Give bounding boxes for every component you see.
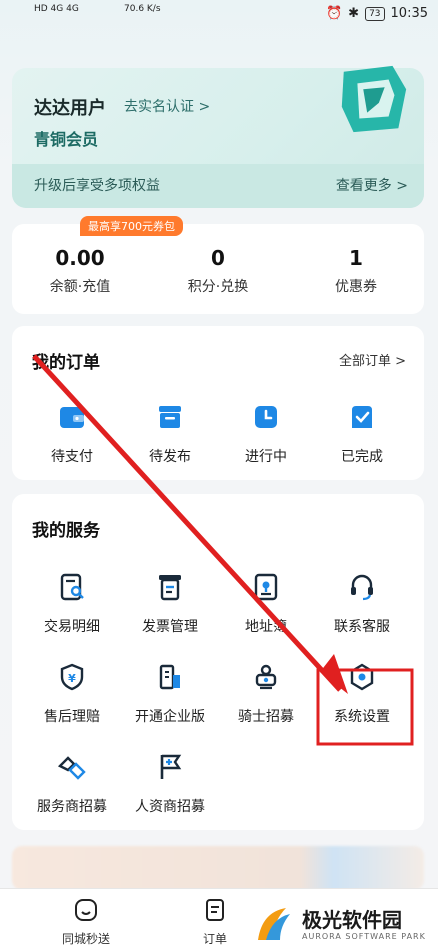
service-support[interactable]: 联系客服 [314, 572, 410, 636]
service-enterprise[interactable]: 开通企业版 [122, 662, 218, 726]
network-speed: 70.6 K/s [124, 4, 161, 14]
order-pending-publish-label: 待发布 [149, 449, 191, 465]
service-provider-recruit-label: 服务商招募 [37, 799, 107, 815]
member-card[interactable]: 达达用户 去实名认证 > 青铜会员 升级后享受多项权益 查看更多 > [12, 65, 424, 208]
verify-link[interactable]: 去实名认证 > [124, 96, 210, 116]
promo-banner[interactable] [12, 846, 424, 890]
order-pending-pay-label: 待支付 [51, 449, 93, 465]
services-card: 我的服务 交易明细 发票管理 地址簿 联系客服 ¥ 售后理赔 开通企业版 骑士招… [12, 494, 424, 830]
orders-title: 我的订单 [32, 353, 100, 373]
dada-logo-icon [341, 65, 407, 133]
service-transactions[interactable]: 交易明细 [24, 572, 120, 636]
coupon-value: 1 [349, 246, 363, 270]
service-hr-recruit[interactable]: 人资商招募 [122, 752, 218, 816]
watermark: 极光软件园 AURORA SOFTWARE PARK [242, 900, 432, 948]
watermark-subtitle: AURORA SOFTWARE PARK [302, 932, 426, 941]
network-indicator: HD 4G 4G [34, 4, 79, 14]
points-label: 积分·兑换 [187, 279, 249, 295]
wallet-icon [60, 407, 84, 428]
service-address-book[interactable]: 地址簿 [218, 572, 314, 636]
inbox-icon [159, 406, 181, 428]
balance-label: 余额·充值 [49, 279, 111, 295]
services-title: 我的服务 [32, 521, 100, 541]
clock-icon [255, 406, 277, 428]
tab-same-city-label: 同城秒送 [62, 932, 111, 946]
smile-icon [75, 899, 97, 921]
order-in-progress[interactable]: 进行中 [218, 402, 314, 466]
order-pending-pay[interactable]: 待支付 [24, 402, 120, 466]
order-pending-publish[interactable]: 待发布 [122, 402, 218, 466]
balance-item[interactable]: 0.00 余额·充值 [20, 246, 140, 296]
service-invoice[interactable]: 发票管理 [122, 572, 218, 636]
invoice-icon [159, 575, 181, 601]
service-rider-recruit-label: 骑士招募 [238, 709, 294, 725]
settings-icon [350, 663, 374, 691]
balance-value: 0.00 [55, 246, 105, 270]
coupon-item[interactable]: 1 优惠券 [296, 246, 416, 296]
service-transactions-label: 交易明细 [44, 619, 100, 635]
service-settings-label: 系统设置 [334, 709, 390, 725]
view-more-link[interactable]: 查看更多 > [336, 175, 408, 195]
service-support-label: 联系客服 [334, 619, 390, 635]
member-level: 青铜会员 [34, 130, 99, 149]
clock-time: 10:35 [390, 6, 428, 21]
order-in-progress-label: 进行中 [245, 449, 287, 465]
service-claims[interactable]: ¥ 售后理赔 [24, 662, 120, 726]
handshake-icon [57, 756, 86, 780]
address-book-icon [254, 573, 278, 601]
alarm-icon: ⏰ [325, 6, 343, 21]
tab-same-city[interactable]: 同城秒送 [62, 897, 110, 947]
building-icon [159, 664, 180, 690]
promo-badge: 最高享700元券包 [80, 216, 183, 236]
check-icon [352, 406, 372, 428]
user-name: 达达用户 [34, 98, 106, 119]
status-bar: HD 4G 4G 70.6 K/s ⏰ ✱ 73 10:35 [0, 0, 438, 30]
service-provider-recruit[interactable]: 服务商招募 [24, 752, 120, 816]
service-enterprise-label: 开通企业版 [135, 709, 205, 725]
aurora-logo-icon [258, 908, 290, 940]
service-hr-recruit-label: 人资商招募 [135, 799, 205, 815]
order-completed-label: 已完成 [341, 449, 383, 465]
bluetooth-icon: ✱ [348, 6, 360, 21]
points-value: 0 [211, 246, 225, 270]
flag-icon [160, 754, 182, 779]
points-item[interactable]: 0 积分·兑换 [158, 246, 278, 296]
watermark-title: 极光软件园 [302, 908, 402, 932]
service-settings[interactable]: 系统设置 [314, 662, 410, 726]
all-orders-link[interactable]: 全部订单 > [339, 350, 406, 369]
tab-orders-label: 订单 [202, 932, 227, 946]
upgrade-tip: 升级后享受多项权益 [34, 178, 160, 194]
service-address-book-label: 地址簿 [245, 619, 287, 635]
coupon-label: 优惠券 [335, 279, 377, 295]
shield-yen-icon: ¥ [60, 663, 84, 691]
assets-card: 最高享700元券包 0.00 余额·充值 0 积分·兑换 1 优惠券 [12, 216, 424, 314]
headset-icon [351, 574, 373, 601]
receipt-search-icon [60, 573, 84, 601]
svg-text:¥: ¥ [68, 672, 76, 685]
battery-icon: 73 [365, 6, 385, 21]
rider-icon [255, 664, 277, 690]
service-invoice-label: 发票管理 [142, 619, 198, 635]
service-rider-recruit[interactable]: 骑士招募 [218, 662, 314, 726]
tab-orders[interactable]: 订单 [202, 897, 228, 947]
order-icon [206, 899, 224, 921]
order-completed[interactable]: 已完成 [314, 402, 410, 466]
service-claims-label: 售后理赔 [44, 709, 100, 725]
orders-card: 我的订单 全部订单 > 待支付 待发布 进行中 已完成 [12, 326, 424, 480]
